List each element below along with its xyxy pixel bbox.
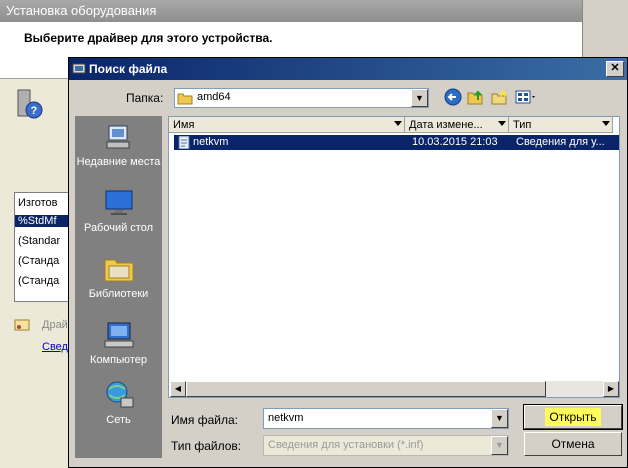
up-folder-button[interactable] bbox=[465, 88, 485, 108]
open-button-label: Открыть bbox=[545, 408, 601, 426]
open-button[interactable]: Открыть bbox=[523, 404, 623, 430]
filename-input[interactable]: netkvm bbox=[263, 408, 509, 429]
column-header-type[interactable]: Тип bbox=[509, 117, 613, 133]
list-item[interactable]: (Станда bbox=[18, 255, 59, 267]
recent-places-icon bbox=[106, 125, 129, 149]
certificate-icon bbox=[14, 318, 30, 332]
column-header-name[interactable]: Имя bbox=[169, 117, 405, 133]
view-icon bbox=[515, 90, 535, 104]
chevron-down-icon: ▼ bbox=[495, 413, 504, 423]
table-row[interactable]: netkvm 10.03.2015 21:03 Сведения для у..… bbox=[174, 135, 619, 150]
folder-value: amd64 bbox=[197, 91, 231, 103]
view-menu-button[interactable] bbox=[513, 88, 539, 108]
chevron-down-icon: ▼ bbox=[495, 440, 504, 450]
place-libraries[interactable]: Библиотеки bbox=[75, 254, 162, 301]
scroll-thumb[interactable] bbox=[186, 381, 546, 397]
scroll-right-button[interactable]: ▶ bbox=[603, 381, 619, 397]
place-label: Библиотеки bbox=[88, 288, 149, 300]
chevron-left-icon: ◀ bbox=[174, 384, 182, 393]
place-label: Рабочий стол bbox=[83, 222, 154, 234]
file-type: Сведения для у... bbox=[516, 136, 605, 148]
folder-select[interactable]: amd64 bbox=[174, 88, 429, 108]
place-desktop[interactable]: Рабочий стол bbox=[75, 188, 162, 235]
chevron-down-icon bbox=[498, 121, 506, 126]
folder-dropdown-button[interactable]: ▼ bbox=[411, 89, 428, 107]
list-item[interactable]: (Станда bbox=[18, 275, 59, 287]
folder-label: Папка: bbox=[126, 91, 164, 105]
chevron-down-icon bbox=[602, 121, 610, 126]
computer-icon bbox=[104, 322, 133, 348]
place-label: Сеть bbox=[106, 414, 131, 426]
new-folder-button[interactable] bbox=[489, 88, 509, 108]
inf-file-icon bbox=[177, 135, 191, 150]
manufacturer-list[interactable]: Изготов %StdMf (Standar (Станда (Станда bbox=[14, 192, 74, 302]
details-link[interactable]: Свед bbox=[42, 341, 68, 353]
desktop-icon bbox=[105, 190, 132, 215]
back-arrow-icon bbox=[444, 88, 462, 106]
file-name: netkvm bbox=[193, 136, 229, 148]
dialog-titlebar: Поиск файла ✕ bbox=[69, 58, 627, 80]
place-label: Недавние места bbox=[76, 156, 161, 168]
back-button[interactable] bbox=[443, 88, 463, 108]
network-icon bbox=[106, 381, 133, 408]
folder-icon bbox=[177, 91, 193, 105]
up-folder-icon bbox=[467, 90, 483, 105]
filetype-dropdown-button[interactable]: ▼ bbox=[491, 436, 508, 455]
scroll-left-button[interactable]: ◀ bbox=[170, 381, 186, 397]
place-label: Компьютер bbox=[90, 354, 147, 366]
wizard-heading: Выберите драйвер для этого устройства. bbox=[24, 31, 273, 45]
chevron-right-icon: ▶ bbox=[607, 384, 615, 393]
horizontal-scrollbar[interactable]: ◀ ▶ bbox=[170, 381, 619, 397]
libraries-icon bbox=[104, 259, 133, 282]
file-date: 10.03.2015 21:03 bbox=[412, 136, 498, 148]
list-item[interactable]: (Standar bbox=[18, 235, 60, 247]
filetype-label: Тип файлов: bbox=[171, 439, 242, 453]
chevron-down-icon: ▼ bbox=[415, 93, 424, 103]
dialog-title: Поиск файла bbox=[89, 62, 168, 76]
places-bar: Недавние места Рабочий стол Библиотеки К… bbox=[75, 116, 162, 458]
place-computer[interactable]: Компьютер bbox=[75, 320, 162, 367]
driver-signed-text: Драй bbox=[42, 319, 68, 331]
filename-label: Имя файла: bbox=[171, 413, 238, 427]
close-button[interactable]: ✕ bbox=[606, 61, 624, 77]
cancel-button[interactable]: Отмена bbox=[524, 432, 622, 456]
column-header-date[interactable]: Дата измене... bbox=[405, 117, 509, 133]
chevron-down-icon bbox=[394, 121, 402, 126]
wizard-title: Установка оборудования bbox=[0, 0, 582, 22]
place-recent[interactable]: Недавние места bbox=[75, 122, 162, 169]
file-open-dialog: Поиск файла ✕ Папка: amd64 ▼ Недавние ме… bbox=[68, 57, 628, 468]
svg-text:?: ? bbox=[31, 105, 38, 117]
place-network[interactable]: Сеть bbox=[75, 380, 162, 427]
dialog-app-icon bbox=[72, 61, 86, 75]
list-header: Изготов bbox=[18, 197, 58, 209]
filename-dropdown-button[interactable]: ▼ bbox=[491, 409, 508, 428]
close-icon: ✕ bbox=[610, 62, 620, 74]
new-folder-icon bbox=[491, 89, 507, 105]
file-list[interactable]: Имя Дата измене... Тип netkvm 10.03.2015… bbox=[168, 116, 620, 398]
computer-help-icon: ? bbox=[14, 88, 44, 120]
list-item[interactable]: %StdMf bbox=[15, 215, 74, 227]
filetype-select[interactable]: Сведения для установки (*.inf) bbox=[263, 435, 509, 456]
cancel-button-label: Отмена bbox=[551, 437, 595, 451]
